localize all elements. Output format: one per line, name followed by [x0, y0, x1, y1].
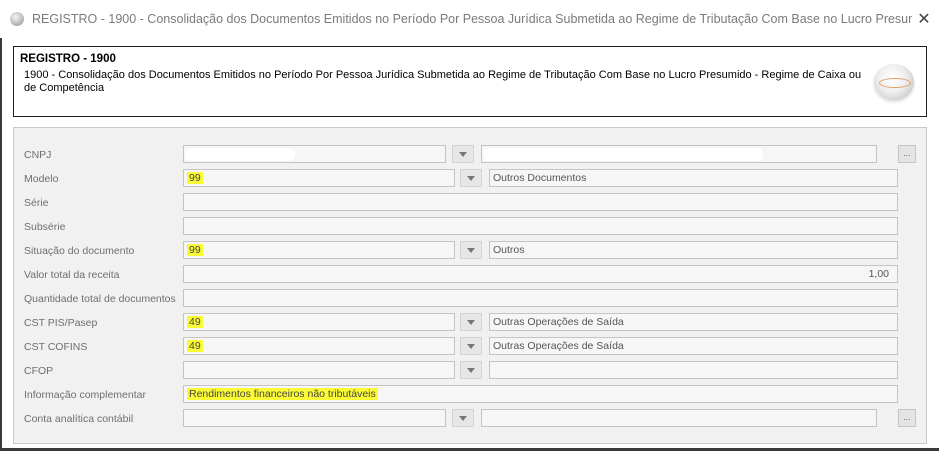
cst-pis-description: Outras Operações de Saída	[489, 313, 898, 331]
record-title: REGISTRO - 1900	[20, 53, 116, 65]
situacao-description: Outros	[489, 241, 898, 259]
form-panel: CNPJ ... Modelo 99 Outros Documentos Sér…	[13, 127, 927, 444]
quantidade-input[interactable]	[183, 289, 898, 307]
situacao-code: 99	[187, 244, 203, 256]
valor-total-label: Valor total da receita	[24, 269, 120, 281]
cst-pis-dropdown-button[interactable]	[460, 313, 482, 331]
situacao-label: Situação do documento	[24, 245, 135, 257]
cst-cofins-label: CST COFINS	[24, 341, 88, 353]
cst-pis-code: 49	[187, 316, 203, 328]
cst-cofins-dropdown-button[interactable]	[460, 337, 482, 355]
cfop-label: CFOP	[24, 365, 54, 377]
info-complementar-value: Rendimentos financeiros não tributáveis	[187, 388, 378, 400]
cnpj-label: CNPJ	[24, 149, 52, 161]
situacao-input[interactable]: 99	[183, 241, 455, 259]
cst-pis-label: CST PIS/Pasep	[24, 317, 98, 329]
cst-cofins-code: 49	[187, 340, 203, 352]
quantidade-label: Quantidade total de documentos	[24, 293, 176, 305]
serie-input[interactable]	[183, 193, 898, 211]
modelo-label: Modelo	[24, 173, 59, 185]
cst-cofins-input[interactable]: 49	[183, 337, 455, 355]
cfop-dropdown-button[interactable]	[460, 361, 482, 379]
cfop-description	[489, 361, 898, 379]
conta-analitica-input[interactable]	[183, 409, 446, 427]
valor-total-input[interactable]: 1,00	[183, 265, 898, 283]
modelo-input[interactable]: 99	[183, 169, 455, 187]
cnpj-dropdown-button[interactable]	[452, 145, 474, 163]
conta-analitica-dropdown-button[interactable]	[452, 409, 474, 427]
record-header: REGISTRO - 1900 1900 - Consolidação dos …	[13, 46, 927, 117]
app-icon	[10, 12, 24, 26]
cst-pis-input[interactable]: 49	[183, 313, 455, 331]
conta-analitica-label: Conta analítica contábil	[24, 413, 134, 425]
record-description: 1900 - Consolidação dos Documentos Emiti…	[24, 69, 862, 94]
cfop-input[interactable]	[183, 361, 455, 379]
situacao-dropdown-button[interactable]	[460, 241, 482, 259]
info-complementar-label: Informação complementar	[24, 389, 146, 401]
conta-analitica-lookup-button[interactable]: ...	[898, 409, 916, 427]
serie-label: Série	[24, 197, 49, 209]
conta-analitica-description	[481, 409, 877, 427]
window-title: REGISTRO - 1900 - Consolidação dos Docum…	[32, 12, 912, 26]
globe-logo-icon	[874, 64, 914, 100]
subserie-input[interactable]	[183, 217, 898, 235]
subserie-label: Subsérie	[24, 221, 66, 233]
redaction-mark	[185, 148, 295, 161]
modelo-description: Outros Documentos	[489, 169, 898, 187]
modelo-code: 99	[187, 172, 203, 184]
info-complementar-input[interactable]: Rendimentos financeiros não tributáveis	[183, 385, 898, 403]
close-icon[interactable]: ✕	[909, 0, 939, 38]
window-titlebar: REGISTRO - 1900 - Consolidação dos Docum…	[0, 0, 939, 38]
window-border-left	[0, 38, 2, 451]
modelo-dropdown-button[interactable]	[460, 169, 482, 187]
redaction-mark	[483, 148, 763, 161]
cnpj-lookup-button[interactable]: ...	[898, 145, 916, 163]
cst-cofins-description: Outras Operações de Saída	[489, 337, 898, 355]
